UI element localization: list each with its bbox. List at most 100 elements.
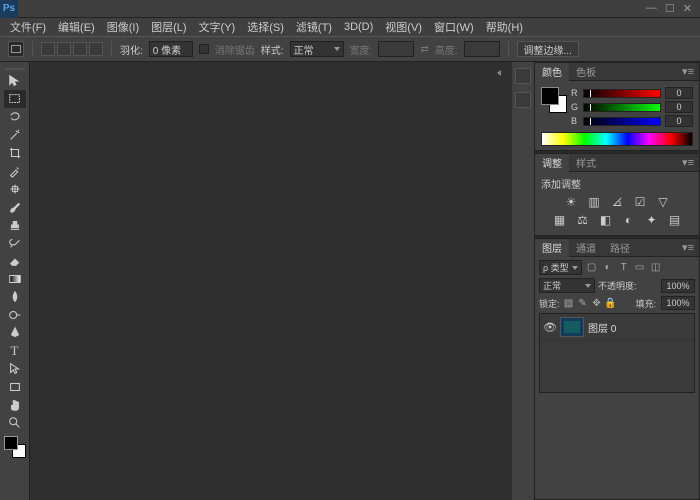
move-tool[interactable] — [4, 72, 26, 90]
shape-tool[interactable] — [4, 378, 26, 396]
lock-position-icon[interactable]: ✥ — [591, 297, 603, 309]
minimize-button[interactable]: — — [646, 2, 657, 15]
menu-window[interactable]: 窗口(W) — [428, 19, 480, 35]
photo-filter-icon[interactable]: ◐ — [621, 213, 637, 227]
menu-select[interactable]: 选择(S) — [241, 19, 290, 35]
vibrance-icon[interactable]: ▽ — [655, 195, 671, 209]
g-slider[interactable] — [583, 103, 661, 112]
tab-swatches[interactable]: 色板 — [569, 63, 603, 81]
lock-pixels-icon[interactable]: ✎ — [577, 297, 589, 309]
brush-tool[interactable] — [4, 198, 26, 216]
selection-subtract-icon[interactable] — [73, 42, 87, 56]
filter-shape-icon[interactable]: ▭ — [633, 261, 647, 275]
bw-icon[interactable]: ◧ — [598, 213, 614, 227]
eraser-tool[interactable] — [4, 252, 26, 270]
layer-name[interactable]: 图层 0 — [588, 320, 616, 335]
tab-styles[interactable]: 样式 — [569, 154, 603, 172]
eyedropper-tool[interactable] — [4, 162, 26, 180]
exposure-icon[interactable]: ☑ — [632, 195, 648, 209]
hue-sat-icon[interactable]: ▦ — [552, 213, 568, 227]
selection-new-icon[interactable] — [41, 42, 55, 56]
menu-edit[interactable]: 编辑(E) — [52, 19, 101, 35]
r-value[interactable]: 0 — [665, 87, 693, 99]
dodge-tool[interactable] — [4, 306, 26, 324]
color-swatches[interactable] — [4, 436, 26, 458]
curves-icon[interactable]: ⦞ — [609, 195, 625, 209]
selection-add-icon[interactable] — [57, 42, 71, 56]
color-balance-icon[interactable]: ⚖ — [575, 213, 591, 227]
channel-mixer-icon[interactable]: ✦ — [644, 213, 660, 227]
tab-color[interactable]: 颜色 — [535, 63, 569, 81]
fill-input[interactable]: 100% — [661, 296, 695, 310]
zoom-tool[interactable] — [4, 414, 26, 432]
filter-pixel-icon[interactable]: ▢ — [585, 261, 599, 275]
gradient-tool[interactable] — [4, 270, 26, 288]
menu-view[interactable]: 视图(V) — [379, 19, 428, 35]
visibility-toggle-icon[interactable]: 👁 — [544, 321, 556, 333]
tab-channels[interactable]: 通道 — [569, 239, 603, 257]
maximize-button[interactable]: ☐ — [665, 2, 675, 15]
menu-layer[interactable]: 图层(L) — [145, 19, 192, 35]
tab-layers[interactable]: 图层 — [535, 239, 569, 257]
opacity-input[interactable]: 100% — [661, 279, 695, 293]
canvas-area[interactable] — [30, 62, 512, 500]
layer-thumbnail[interactable] — [560, 317, 584, 337]
collapsed-panel-icon[interactable] — [515, 68, 531, 84]
lock-transparent-icon[interactable]: ▨ — [563, 297, 575, 309]
collapse-panels-button[interactable] — [490, 66, 508, 80]
lock-all-icon[interactable]: 🔒 — [605, 297, 617, 309]
hand-tool[interactable] — [4, 396, 26, 414]
lasso-tool[interactable] — [4, 108, 26, 126]
wand-tool[interactable] — [4, 126, 26, 144]
heal-tool[interactable] — [4, 180, 26, 198]
layer-kind-select[interactable]: ρ 类型 — [539, 260, 582, 275]
tab-adjustments[interactable]: 调整 — [535, 154, 569, 172]
path-select-tool[interactable] — [4, 360, 26, 378]
style-select[interactable]: 正常 — [290, 41, 344, 57]
feather-input[interactable]: 0 像素 — [149, 41, 193, 57]
antialias-checkbox[interactable] — [199, 44, 209, 54]
menu-type[interactable]: 文字(Y) — [193, 19, 242, 35]
window-controls: — ☐ ✕ — [646, 2, 700, 15]
crop-tool[interactable] — [4, 144, 26, 162]
menu-filter[interactable]: 滤镜(T) — [290, 19, 338, 35]
filter-smart-icon[interactable]: ◫ — [649, 261, 663, 275]
panel-menu-icon[interactable]: ▾≡ — [677, 65, 699, 78]
foreground-color-swatch[interactable] — [4, 436, 18, 450]
tab-paths[interactable]: 路径 — [603, 239, 637, 257]
panel-menu-icon[interactable]: ▾≡ — [677, 241, 699, 254]
collapsed-panel-icon[interactable] — [515, 92, 531, 108]
levels-icon[interactable]: ▥ — [586, 195, 602, 209]
blur-tool[interactable] — [4, 288, 26, 306]
panel-menu-icon[interactable]: ▾≡ — [677, 156, 699, 169]
menu-3d[interactable]: 3D(D) — [338, 21, 379, 33]
color-spectrum[interactable] — [541, 132, 693, 146]
filter-type-icon[interactable]: T — [617, 261, 631, 275]
chevron-down-icon — [572, 266, 578, 270]
history-brush-tool[interactable] — [4, 234, 26, 252]
refine-edge-button[interactable]: 调整边缘... — [517, 41, 579, 57]
close-button[interactable]: ✕ — [683, 2, 692, 15]
menu-file[interactable]: 文件(F) — [4, 19, 52, 35]
blend-mode-select[interactable]: 正常 — [539, 278, 595, 293]
tool-preset-icon[interactable] — [8, 41, 24, 57]
filter-adjust-icon[interactable]: ◐ — [601, 261, 615, 275]
menu-image[interactable]: 图像(I) — [101, 19, 145, 35]
g-value[interactable]: 0 — [665, 101, 693, 113]
stamp-tool[interactable] — [4, 216, 26, 234]
lookup-icon[interactable]: ▤ — [667, 213, 683, 227]
marquee-tool[interactable] — [4, 90, 26, 108]
selection-intersect-icon[interactable] — [89, 42, 103, 56]
foreground-swatch[interactable] — [541, 87, 559, 105]
pen-tool[interactable] — [4, 324, 26, 342]
b-value[interactable]: 0 — [665, 115, 693, 127]
chevron-down-icon — [334, 47, 340, 51]
layer-item[interactable]: 👁 图层 0 — [540, 314, 694, 341]
panel-color-swatch[interactable] — [541, 87, 567, 113]
type-tool[interactable]: T — [4, 342, 26, 360]
menu-help[interactable]: 帮助(H) — [480, 19, 529, 35]
b-slider[interactable] — [583, 117, 661, 126]
brightness-icon[interactable]: ☀ — [563, 195, 579, 209]
r-slider[interactable] — [583, 89, 661, 98]
divider — [508, 41, 509, 57]
